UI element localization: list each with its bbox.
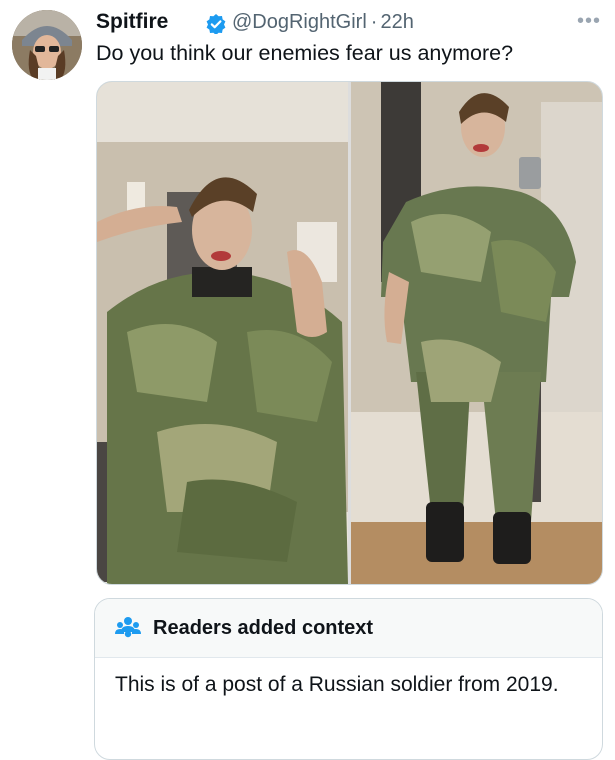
avatar[interactable] xyxy=(12,10,82,80)
tweet-header: Spitfire @DogRightGirl · 22h ••• xyxy=(96,8,601,38)
photo-right[interactable] xyxy=(351,82,602,584)
more-dots-icon[interactable]: ••• xyxy=(577,10,601,33)
note-title: Readers added context xyxy=(153,617,374,639)
handle[interactable]: @DogRightGirl xyxy=(232,11,367,33)
community-note[interactable]: Readers added context This is of a post … xyxy=(94,598,603,760)
tweet-text: Do you think our enemies fear us anymore… xyxy=(96,41,514,65)
tweet-media[interactable] xyxy=(96,81,603,585)
note-header: Readers added context xyxy=(95,599,602,658)
note-body: This is of a post of a Russian soldier f… xyxy=(115,673,559,696)
people-icon xyxy=(115,616,141,638)
separator: · xyxy=(370,11,378,33)
photo-left[interactable] xyxy=(97,82,348,584)
verified-badge-icon xyxy=(206,14,226,35)
timestamp[interactable]: 22h xyxy=(380,11,413,33)
handle-and-time[interactable]: @DogRightGirl · 22h xyxy=(232,11,414,34)
display-name[interactable]: Spitfire xyxy=(96,10,168,34)
